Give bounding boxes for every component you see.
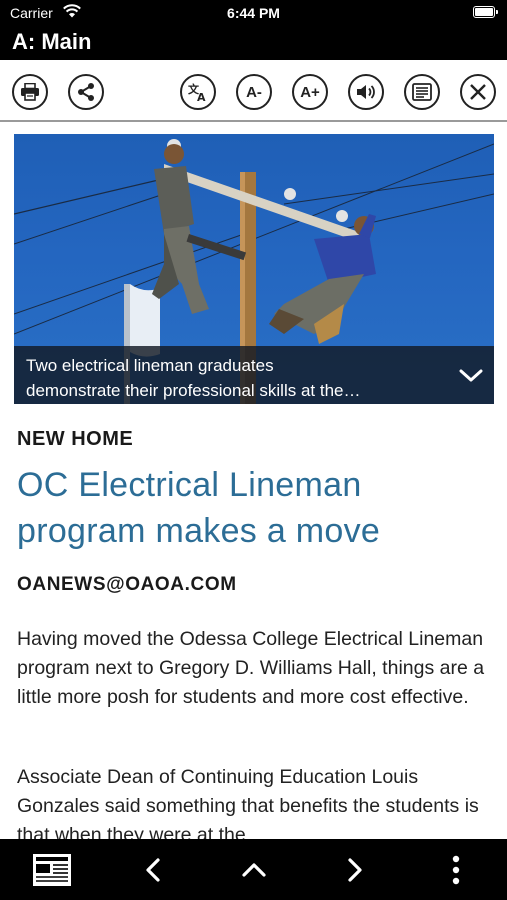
caption-line-2: demonstrate their professional skills at… [26,381,361,400]
font-larger-button[interactable]: A+ [292,74,328,110]
article-byline[interactable]: OANEWS@OAOA.COM [17,574,237,596]
reader-view-icon [412,83,432,101]
article-kicker: NEW HOME [17,428,134,450]
bottom-navigation-bar [0,839,507,900]
read-aloud-button[interactable] [348,74,384,110]
headline-line-1: OC Electrical Lineman [17,466,362,504]
back-button[interactable] [138,853,168,887]
article-toolbar: 文 A A- A+ [0,60,507,122]
font-smaller-button[interactable]: A- [236,74,272,110]
page-title: A: Main [12,29,92,54]
translate-button[interactable]: 文 A [180,74,216,110]
article-paragraph: Having moved the Odessa College Electric… [17,628,485,708]
translate-icon: 文 A [188,82,206,102]
print-button[interactable] [12,74,48,110]
close-icon [470,84,486,100]
image-caption-bar[interactable]: Two electrical lineman graduates demonst… [14,346,494,404]
forward-button[interactable] [340,853,370,887]
chevron-left-icon [146,858,160,882]
more-vertical-icon [452,855,460,885]
font-smaller-label: A- [246,83,262,101]
newspaper-icon [33,854,71,886]
font-larger-label: A+ [300,83,320,101]
printer-icon [21,83,39,101]
reader-view-button[interactable] [404,74,440,110]
more-options-button[interactable] [444,853,468,887]
chevron-down-icon[interactable] [458,364,484,386]
battery-icon [473,6,498,18]
status-time: 6:44 PM [227,5,280,21]
speaker-icon [357,85,375,99]
close-button[interactable] [460,74,496,110]
hero-image[interactable]: Two electrical lineman graduates demonst… [14,134,494,404]
image-caption: Two electrical lineman graduates demonst… [26,353,446,403]
article-paragraph: Associate Dean of Continuing Education L… [17,766,479,846]
title-bar: A: Main [0,26,507,60]
article-headline: OC Electrical Lineman program makes a mo… [17,462,497,554]
share-icon [78,83,94,101]
svg-text:A: A [197,91,206,102]
scroll-top-button[interactable] [238,853,270,887]
headline-line-2: program makes a move [17,512,381,550]
chevron-up-icon [242,863,266,877]
status-bar: Carrier 6:44 PM [0,0,507,26]
caption-line-1: Two electrical lineman graduates [26,356,274,375]
chevron-right-icon [348,858,362,882]
newspaper-button[interactable] [30,853,74,887]
share-button[interactable] [68,74,104,110]
